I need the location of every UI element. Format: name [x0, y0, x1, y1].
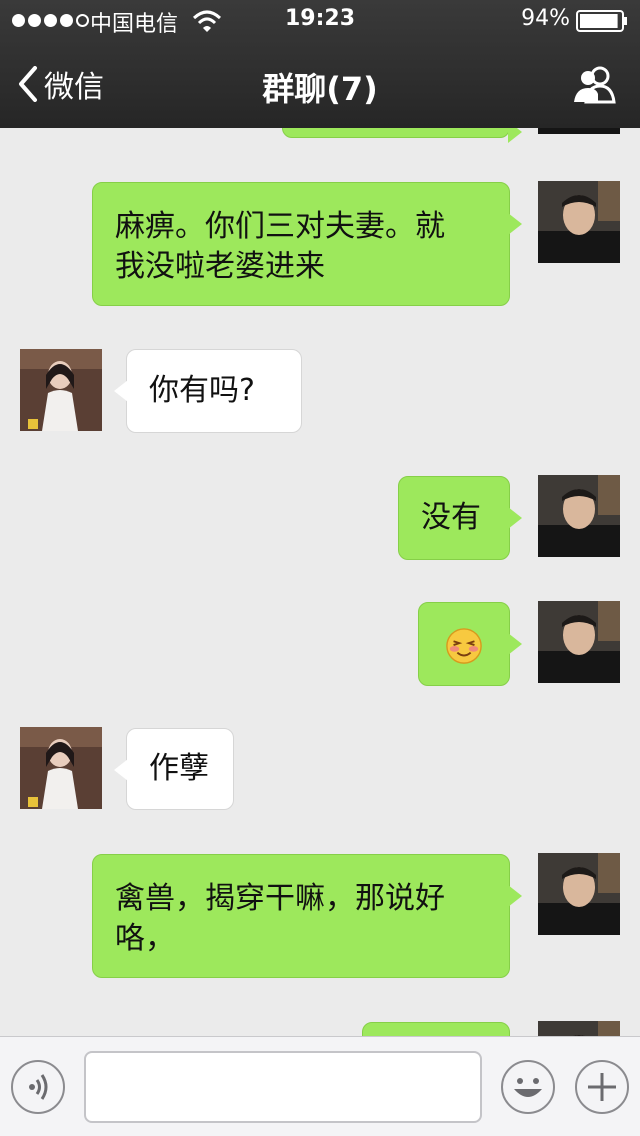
page-title: 群聊(7) [262, 70, 378, 108]
message-text: 我没啦老婆进来 [115, 249, 325, 284]
message-text: 你有吗? [149, 373, 255, 408]
message-bubble-outgoing[interactable] [362, 1022, 510, 1036]
plus-icon[interactable] [574, 1059, 630, 1115]
voice-icon[interactable] [10, 1059, 66, 1115]
message-text: 没有 [421, 500, 481, 535]
message-text: 作孽 [149, 751, 209, 786]
message-text: 咯， [115, 921, 175, 956]
message-bubble-outgoing[interactable]: 麻痹。你们三对夫妻。就 我没啦老婆进来 [92, 182, 522, 306]
message-list[interactable]: 麻痹。你们三对夫妻。就 我没啦老婆进来 你有吗? 没有 作孽 禽兽，揭穿干嘛，那… [0, 0, 640, 1036]
avatar-self[interactable] [538, 1021, 620, 1036]
chat-input-bar [0, 1036, 640, 1136]
message-bubble-incoming[interactable]: 作孽 [114, 728, 234, 810]
message-bubble-outgoing[interactable]: 禽兽，揭穿干嘛，那说好 咯， [92, 854, 522, 978]
message-bubble-outgoing[interactable]: 没有 [398, 476, 522, 560]
battery-percent: 94% [521, 6, 570, 31]
avatar-self[interactable] [538, 853, 620, 935]
message-bubble-outgoing[interactable] [418, 602, 522, 686]
avatar-self[interactable] [538, 601, 620, 683]
smiley-icon[interactable] [500, 1059, 556, 1115]
navigation-bar: 中国电信 19:23 94% 微信 群聊(7) [0, 0, 640, 128]
message-text: 禽兽，揭穿干嘛，那说好 [115, 881, 445, 916]
message-text: 麻痹。你们三对夫妻。就 [115, 209, 445, 244]
group-contacts-icon[interactable] [570, 64, 618, 104]
avatar-self[interactable] [538, 475, 620, 557]
avatar-contact[interactable] [20, 727, 102, 809]
message-input[interactable] [84, 1051, 482, 1123]
battery-icon [576, 10, 627, 32]
status-bar: 中国电信 19:23 94% [0, 0, 640, 40]
message-bubble-incoming[interactable]: 你有吗? [114, 349, 302, 433]
blushing-face-emoji [446, 628, 482, 664]
avatar-self[interactable] [538, 181, 620, 263]
avatar-contact[interactable] [20, 349, 102, 431]
